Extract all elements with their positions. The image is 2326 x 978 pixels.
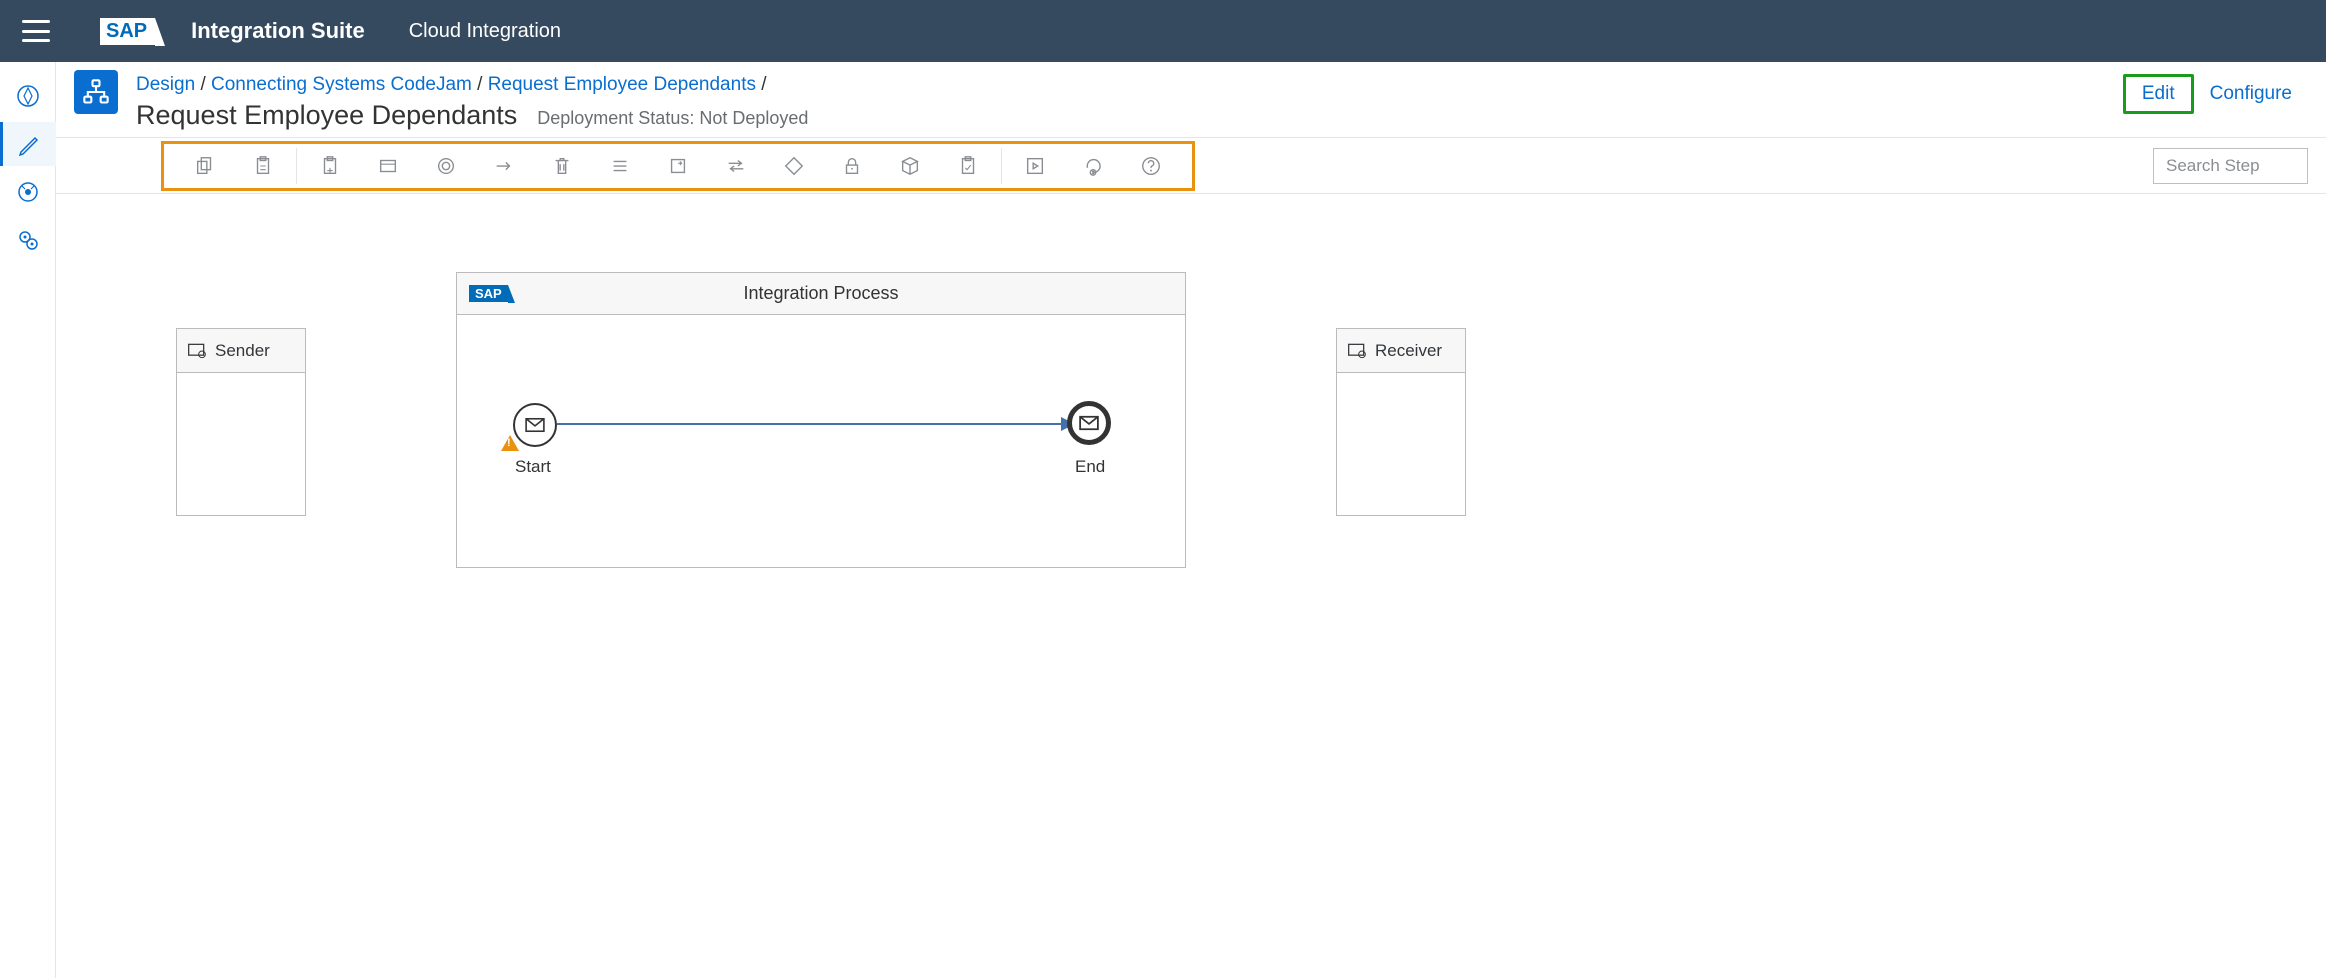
top-bar: SAP Integration Suite Cloud Integration [0, 0, 2326, 62]
app-title: Integration Suite [191, 18, 365, 44]
gateway-icon[interactable] [765, 144, 823, 188]
connectors-icon[interactable] [475, 144, 533, 188]
end-label: End [1075, 457, 1105, 477]
page-header: Design / Connecting Systems CodeJam / Re… [56, 62, 2326, 138]
configure-button[interactable]: Configure [2194, 77, 2308, 111]
toolbar-row: Search Step [56, 138, 2326, 194]
breadcrumb-design[interactable]: Design [136, 74, 195, 95]
iflow-icon [74, 70, 118, 114]
mapping-icon[interactable] [591, 144, 649, 188]
warning-icon [501, 435, 519, 451]
sidebar-settings-icon[interactable] [0, 218, 56, 262]
breadcrumb-sep: / [761, 74, 766, 95]
hamburger-menu-icon[interactable] [22, 20, 50, 42]
paste-icon[interactable] [234, 144, 292, 188]
routing-icon[interactable] [707, 144, 765, 188]
participant-icon[interactable] [301, 144, 359, 188]
copy-icon[interactable] [176, 144, 234, 188]
left-sidebar [0, 62, 56, 978]
sidebar-design-icon[interactable] [0, 122, 56, 166]
main-panel: Design / Connecting Systems CodeJam / Re… [56, 62, 2326, 978]
palette-toolbar [161, 141, 1195, 191]
breadcrumb-sep: / [200, 74, 205, 95]
integration-process[interactable]: SAP Integration Process Start [456, 272, 1186, 568]
events-icon[interactable] [417, 144, 475, 188]
start-label: Start [515, 457, 551, 477]
app-subtitle[interactable]: Cloud Integration [409, 20, 561, 43]
system-icon [1347, 342, 1367, 360]
end-event[interactable] [1067, 401, 1111, 445]
sender-pool[interactable]: Sender [176, 328, 306, 516]
start-event[interactable] [513, 403, 557, 447]
sap-logo: SAP [100, 18, 155, 45]
undo-icon[interactable] [1064, 144, 1122, 188]
edit-button[interactable]: Edit [2123, 74, 2194, 114]
search-step-input[interactable]: Search Step [2153, 148, 2308, 184]
run-icon[interactable] [1006, 144, 1064, 188]
sidebar-discover-icon[interactable] [0, 74, 56, 118]
sidebar-monitor-icon[interactable] [0, 170, 56, 214]
receiver-pool[interactable]: Receiver [1336, 328, 1466, 516]
call-icon[interactable] [649, 144, 707, 188]
iflow-canvas[interactable]: Sender SAP Integration Process Start [56, 194, 2326, 978]
security-icon[interactable] [823, 144, 881, 188]
process-title: Integration Process [743, 283, 898, 304]
page-title: Request Employee Dependants [136, 100, 517, 131]
breadcrumb-sep: / [477, 74, 482, 95]
sender-label: Sender [215, 341, 270, 361]
receiver-label: Receiver [1375, 341, 1442, 361]
sequence-flow[interactable] [557, 423, 1067, 425]
sap-mini-logo: SAP [469, 285, 508, 302]
system-icon [187, 342, 207, 360]
breadcrumb: Design / Connecting Systems CodeJam / Re… [136, 70, 2105, 100]
validator-icon[interactable] [939, 144, 997, 188]
persistence-icon[interactable] [881, 144, 939, 188]
process-icon[interactable] [359, 144, 417, 188]
deployment-status: Deployment Status: Not Deployed [537, 108, 808, 129]
delete-icon[interactable] [533, 144, 591, 188]
help-icon[interactable] [1122, 144, 1180, 188]
breadcrumb-artifact[interactable]: Request Employee Dependants [488, 74, 756, 95]
breadcrumb-package[interactable]: Connecting Systems CodeJam [211, 74, 472, 95]
